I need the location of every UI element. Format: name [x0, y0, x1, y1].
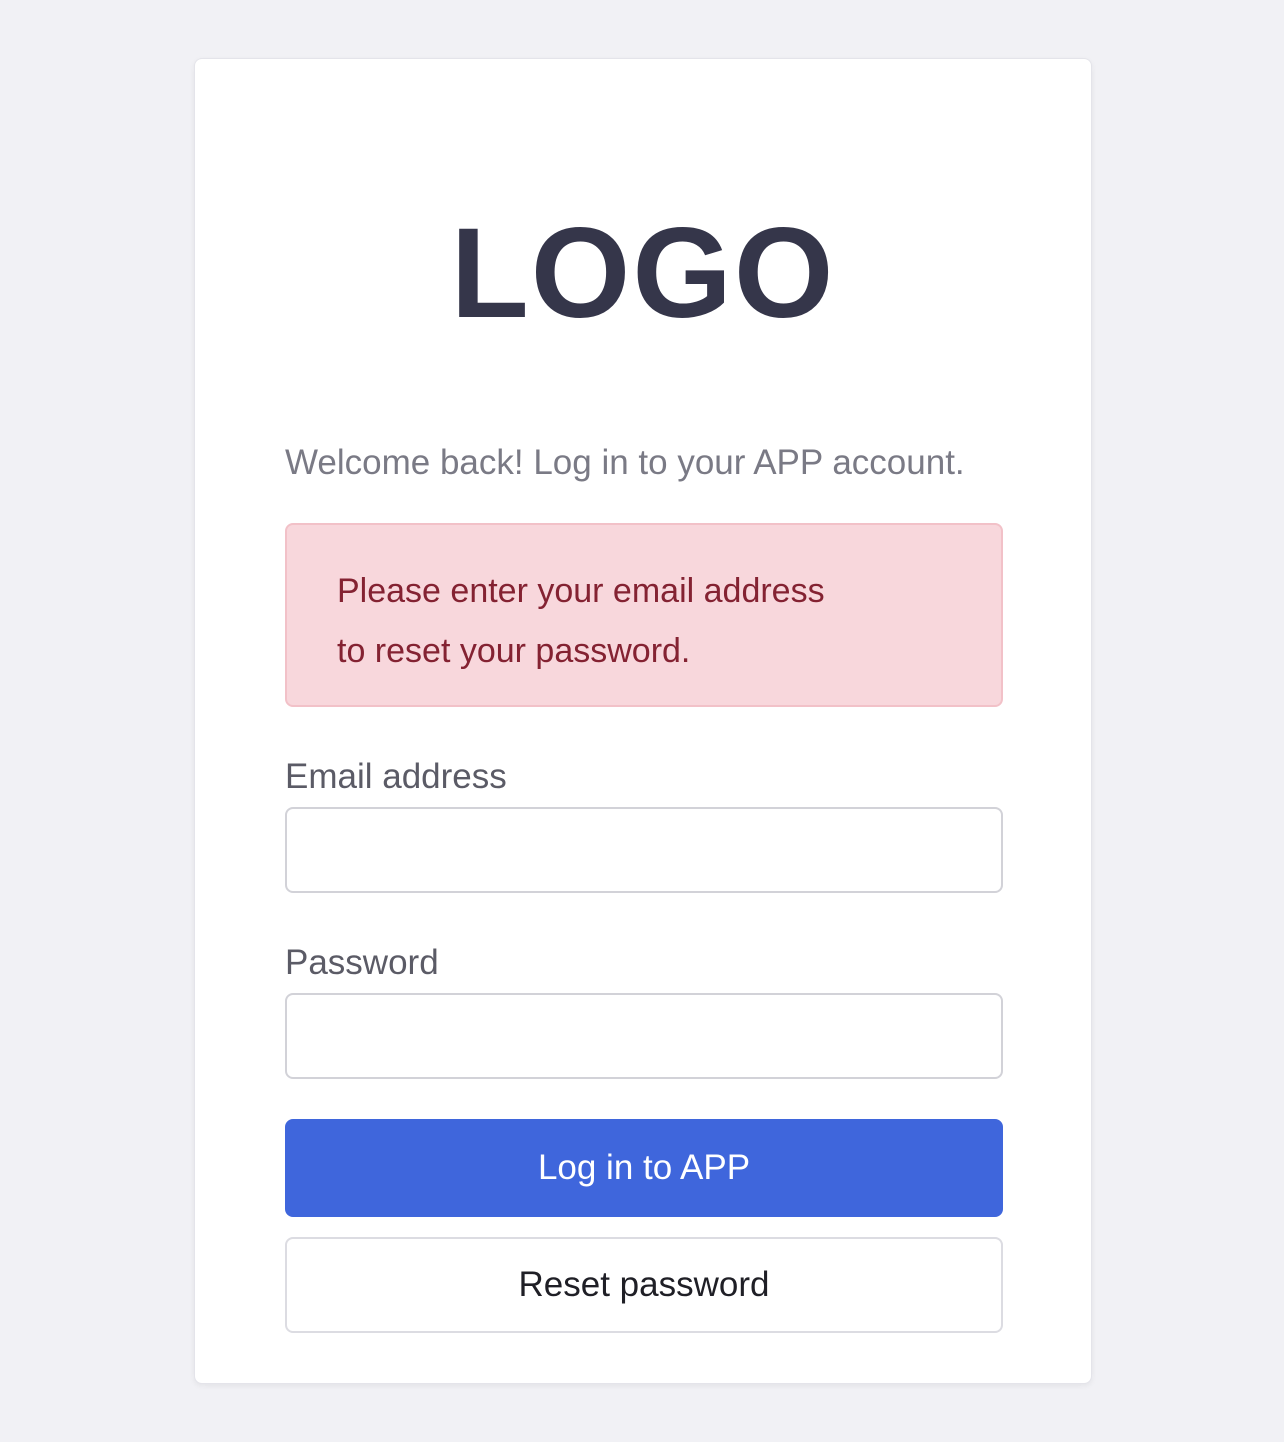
password-field[interactable] [285, 993, 1003, 1079]
error-alert: Please enter your email address to reset… [285, 523, 1003, 707]
reset-password-button[interactable]: Reset password [285, 1237, 1003, 1333]
logo: LOGO [450, 202, 836, 345]
email-field[interactable] [285, 807, 1003, 893]
welcome-message: Welcome back! Log in to your APP account… [285, 443, 965, 482]
alert-line-1: Please enter your email address [337, 572, 825, 610]
login-card: LOGO Welcome back! Log in to your APP ac… [194, 58, 1092, 1384]
login-button[interactable]: Log in to APP [285, 1119, 1003, 1217]
password-label: Password [285, 943, 439, 982]
email-label: Email address [285, 757, 507, 796]
alert-line-2: to reset your password. [337, 632, 691, 670]
